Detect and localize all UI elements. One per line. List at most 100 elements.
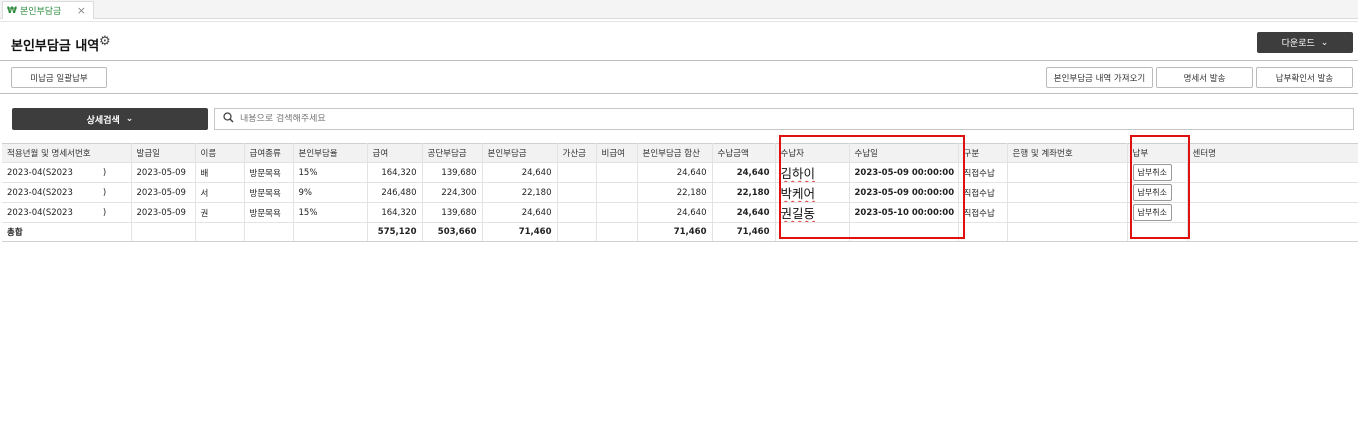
- bank-cell: [1007, 162, 1128, 183]
- name-cell: 서: [195, 182, 245, 203]
- empty-cell: [131, 222, 196, 242]
- divider: [0, 93, 1358, 94]
- issued-cell: 2023-05-09: [131, 202, 196, 223]
- nonpay-cell: [596, 162, 638, 183]
- issued-cell: 2023-05-09: [131, 162, 196, 183]
- pay-cell: 164,320: [367, 202, 423, 223]
- total-own-sum: 71,460: [637, 222, 713, 242]
- public-cell: 139,680: [422, 162, 483, 183]
- total-pay: 575,120: [367, 222, 423, 242]
- bank-cell: [1007, 182, 1128, 203]
- type-cell: 방문목욕: [244, 182, 294, 203]
- rate-cell: 9%: [293, 182, 368, 203]
- rate-cell: 15%: [293, 202, 368, 223]
- tab-label: 본인부담금: [19, 7, 62, 17]
- cancel-payment-button[interactable]: 납부취소: [1132, 164, 1172, 181]
- table-row[interactable]: 2023-04(S2023) 2023-05-09 서 방문목욕 9% 246,…: [2, 182, 1358, 203]
- total-label: 총합: [2, 222, 132, 242]
- tab-bar: ₩ 본인부담금 ×: [0, 0, 1358, 19]
- column-header[interactable]: 공단부담금: [422, 143, 483, 163]
- own-sum-cell: 22,180: [637, 182, 713, 203]
- category-cell: 직접수납: [958, 202, 1008, 223]
- column-header[interactable]: 구분: [958, 143, 1008, 163]
- chevron-down-icon: ⌄: [125, 114, 134, 124]
- payer-cell: 박케어: [775, 182, 850, 203]
- center-cell: [1187, 182, 1358, 203]
- paid-date-cell: 2023-05-09 00:00:00: [849, 182, 959, 203]
- tab-own-payment[interactable]: ₩ 본인부담금 ×: [2, 1, 94, 19]
- empty-cell: [849, 222, 959, 242]
- month-text: 2023-04(S2023: [7, 207, 73, 218]
- column-header[interactable]: 본인부담금 합산: [637, 143, 713, 163]
- column-header[interactable]: 센터명: [1187, 143, 1358, 163]
- send-confirmation-button[interactable]: 납부확인서 발송: [1256, 67, 1353, 88]
- empty-cell: [557, 222, 597, 242]
- type-cell: 방문목욕: [244, 202, 294, 223]
- search-input[interactable]: [240, 114, 640, 124]
- column-header[interactable]: 급여종류: [244, 143, 294, 163]
- total-own: 71,460: [482, 222, 558, 242]
- own-sum-cell: 24,640: [637, 162, 713, 183]
- extra-cell: [557, 162, 597, 183]
- paid-date-cell: 2023-05-10 00:00:00: [849, 202, 959, 223]
- search-icon: [223, 112, 234, 126]
- download-button[interactable]: 다운로드 ⌄: [1257, 32, 1353, 53]
- empty-cell: [596, 222, 638, 242]
- column-header[interactable]: 납부: [1127, 143, 1188, 163]
- center-cell: [1187, 202, 1358, 223]
- column-header[interactable]: 수납금액: [712, 143, 776, 163]
- app-frame: ₩ 본인부담금 × 본인부담금 내역 ⚙ 다운로드 ⌄ 미납금 일괄납부 본인부…: [0, 0, 1358, 421]
- payer-name: 김하이: [780, 166, 816, 181]
- empty-cell: [293, 222, 368, 242]
- column-header[interactable]: 본인부담금: [482, 143, 558, 163]
- column-header[interactable]: 발급일: [131, 143, 196, 163]
- table-row[interactable]: 2023-04(S2023) 2023-05-09 권 방문목욕 15% 164…: [2, 202, 1358, 223]
- column-header[interactable]: 본인부담율: [293, 143, 368, 163]
- table-row[interactable]: 2023-04(S2023) 2023-05-09 배 방문목욕 15% 164…: [2, 162, 1358, 183]
- column-header[interactable]: 은행 및 계좌번호: [1007, 143, 1128, 163]
- own-cell: 24,640: [482, 202, 558, 223]
- extra-cell: [557, 182, 597, 203]
- public-cell: 224,300: [422, 182, 483, 203]
- won-icon: ₩: [7, 5, 17, 16]
- extra-cell: [557, 202, 597, 223]
- column-header[interactable]: 수납일: [849, 143, 959, 163]
- column-header[interactable]: 이름: [195, 143, 245, 163]
- gear-icon[interactable]: ⚙: [99, 34, 111, 49]
- type-cell: 방문목욕: [244, 162, 294, 183]
- month-suffix: ): [102, 187, 107, 198]
- page-title: 본인부담금 내역: [11, 39, 100, 54]
- cancel-payment-button[interactable]: 납부취소: [1132, 204, 1172, 221]
- total-public: 503,660: [422, 222, 483, 242]
- send-statement-button[interactable]: 명세서 발송: [1156, 67, 1253, 88]
- close-icon[interactable]: ×: [77, 4, 86, 17]
- column-header[interactable]: 급여: [367, 143, 423, 163]
- payer-name: 권길동: [780, 206, 816, 221]
- column-header[interactable]: 가산금: [557, 143, 597, 163]
- payer-name: 박케어: [780, 186, 816, 201]
- chevron-down-icon: ⌄: [1320, 37, 1329, 48]
- own-sum-cell: 24,640: [637, 202, 713, 223]
- cancel-cell: 납부취소: [1127, 202, 1188, 223]
- search-box: [214, 108, 1354, 130]
- import-history-button[interactable]: 본인부담금 내역 가져오기: [1046, 67, 1153, 88]
- cancel-payment-button[interactable]: 납부취소: [1132, 184, 1172, 201]
- divider: [0, 60, 1358, 61]
- column-header[interactable]: 적용년월 및 명세서번호: [2, 143, 132, 163]
- table-header-row: 적용년월 및 명세서번호 발급일 이름 급여종류 본인부담율 급여 공단부담금 …: [2, 143, 1358, 163]
- column-header[interactable]: 수납자: [775, 143, 850, 163]
- bank-cell: [1007, 202, 1128, 223]
- empty-cell: [1127, 222, 1188, 242]
- detail-search-label: 상세검색: [86, 115, 120, 126]
- nonpay-cell: [596, 202, 638, 223]
- public-cell: 139,680: [422, 202, 483, 223]
- received-cell: 22,180: [712, 182, 776, 203]
- name-cell: 권: [195, 202, 245, 223]
- payer-cell: 권길동: [775, 202, 850, 223]
- total-row: 총합 575,120 503,660 71,460 71,460 71,460: [2, 222, 1358, 242]
- batch-pay-button[interactable]: 미납금 일괄납부: [11, 67, 107, 88]
- column-header[interactable]: 비급여: [596, 143, 638, 163]
- detail-search-button[interactable]: 상세검색 ⌄: [12, 108, 208, 130]
- download-label: 다운로드: [1281, 39, 1315, 49]
- month-suffix: ): [102, 167, 107, 178]
